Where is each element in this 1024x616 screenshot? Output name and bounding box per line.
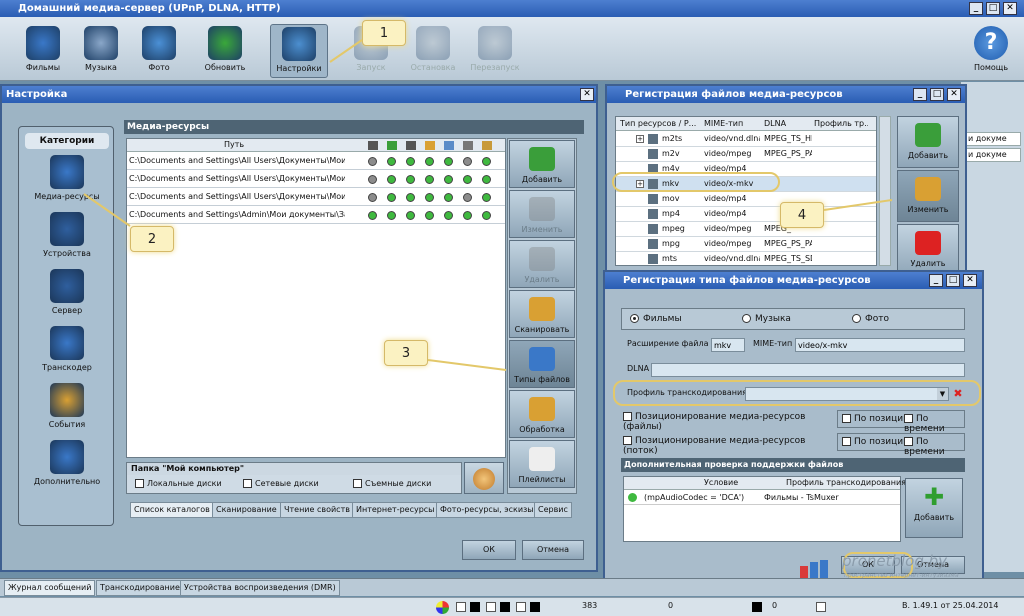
callout-pointers — [83, 39, 893, 371]
